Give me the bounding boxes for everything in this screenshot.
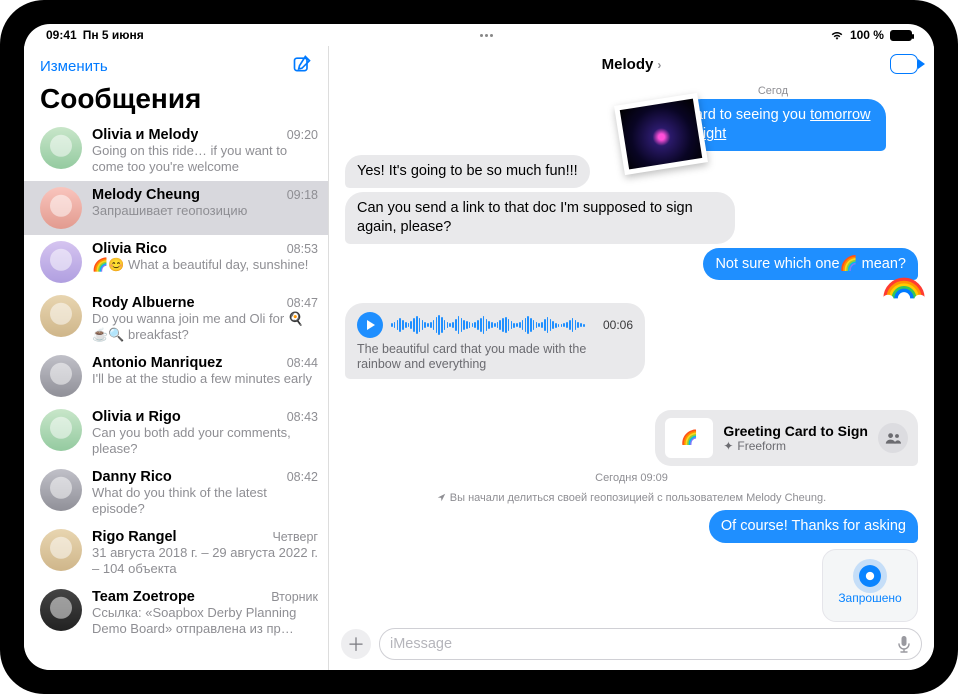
freeform-attachment[interactable]: 🌈 Greeting Card to Sign ✦Freeform [655, 410, 918, 466]
collaboration-icon[interactable] [878, 423, 908, 453]
conversation-time: Четверг [272, 530, 318, 544]
rainbow-sticker [882, 270, 926, 302]
location-status: Запрошено [838, 591, 901, 605]
conversation-time: 09:18 [287, 188, 318, 202]
conversation-time: Вторник [271, 590, 318, 604]
avatar [40, 409, 82, 451]
conversation-time: 08:43 [287, 410, 318, 424]
location-dot-icon [859, 565, 881, 587]
message-bubble-outgoing[interactable]: Not sure which one🌈 mean? [703, 248, 918, 281]
chat-pane: Melody › Сегод ard to seeing yo [329, 46, 934, 670]
attachment-source: ✦Freeform [723, 439, 868, 453]
message-bubble-outgoing[interactable]: Of course! Thanks for asking [709, 510, 918, 543]
audio-duration: 00:06 [603, 318, 633, 332]
conversation-preview: I'll be at the studio a few minutes earl… [92, 371, 318, 387]
status-date: Пн 5 июня [83, 28, 144, 42]
chat-contact-name[interactable]: Melody › [602, 56, 662, 73]
conversation-sidebar: Изменить Сообщения Olivia и Melody 09:20G… [24, 46, 329, 670]
facetime-button[interactable] [890, 54, 918, 74]
location-arrow-icon [437, 493, 446, 502]
conversation-name: Rigo Rangel [92, 529, 177, 545]
conversation-time: 08:44 [287, 356, 318, 370]
conversation-item[interactable]: Rigo Rangel Четверг31 августа 2018 г. – 2… [24, 523, 328, 583]
day-label: Сегод [758, 85, 788, 97]
conversation-preview: Ссылка: «Soapbox Derby Planning Demo Boa… [92, 605, 318, 637]
voice-message[interactable]: 00:06 The beautiful card that you made w… [345, 303, 645, 379]
chevron-right-icon: › [657, 58, 661, 72]
attachment-thumbnail: 🌈 [665, 418, 713, 458]
conversation-time: 09:20 [287, 128, 318, 142]
avatar [40, 241, 82, 283]
audio-transcript: The beautiful card that you made with th… [357, 342, 633, 372]
message-list: Сегод ard to seeing you tomorrow night Y… [329, 79, 934, 622]
conversation-item[interactable]: Rody Albuerne 08:47Do you wanna join me a… [24, 289, 328, 349]
conversation-preview: Запрашивает геопозицию [92, 203, 318, 219]
conversation-item[interactable]: Olivia и Melody 09:20Going on this ride… … [24, 121, 328, 181]
system-location-notice: Вы начали делиться своей геопозицией с п… [345, 492, 918, 504]
message-bubble-incoming[interactable]: Can you send a link to that doc I'm supp… [345, 192, 735, 244]
conversation-name: Melody Cheung [92, 187, 200, 203]
conversation-name: Olivia и Rigo [92, 409, 181, 425]
mic-icon[interactable] [897, 635, 911, 653]
multitask-dots[interactable] [480, 34, 493, 37]
conversation-name: Team Zoetrope [92, 589, 195, 605]
input-placeholder: iMessage [390, 636, 452, 652]
status-time: 09:41 [46, 28, 77, 42]
conversation-preview: What do you think of the latest episode? [92, 485, 318, 517]
conversation-preview: 31 августа 2018 г. – 29 августа 2022 г. … [92, 545, 318, 577]
conversation-item[interactable]: Danny Rico 08:42What do you think of the … [24, 463, 328, 523]
conversation-preview: Do you wanna join me and Oli for 🍳☕🔍 bre… [92, 311, 318, 343]
conversation-name: Antonio Manriquez [92, 355, 223, 371]
attachment-title: Greeting Card to Sign [723, 423, 868, 439]
compose-bar: ＋ iMessage [329, 622, 934, 670]
conversation-time: 08:42 [287, 470, 318, 484]
avatar [40, 529, 82, 571]
avatar [40, 187, 82, 229]
conversation-list: Olivia и Melody 09:20Going on this ride… … [24, 121, 328, 670]
conversation-preview: 🌈😊 What a beautiful day, sunshine! [92, 257, 318, 273]
avatar [40, 295, 82, 337]
conversation-item[interactable]: Melody Cheung 09:18Запрашивает геопозицию [24, 181, 328, 235]
conversation-item[interactable]: Olivia Rico 08:53🌈😊 What a beautiful day,… [24, 235, 328, 289]
conversation-name: Danny Rico [92, 469, 172, 485]
message-bubble-outgoing[interactable]: ard to seeing you tomorrow night [683, 99, 886, 151]
attach-button[interactable]: ＋ [341, 629, 371, 659]
conversation-time: 08:47 [287, 296, 318, 310]
wifi-icon [830, 30, 844, 41]
status-bar: 09:41 Пн 5 июня 100 % [24, 24, 934, 46]
compose-icon[interactable] [292, 54, 312, 79]
location-request-card[interactable]: Запрошено [822, 549, 918, 622]
avatar [40, 127, 82, 169]
conversation-name: Olivia Rico [92, 241, 167, 257]
edit-button[interactable]: Изменить [40, 58, 108, 75]
conversation-time: 08:53 [287, 242, 318, 256]
audio-waveform[interactable] [391, 314, 595, 336]
conversation-name: Rody Albuerne [92, 295, 195, 311]
conversation-item[interactable]: Antonio Manriquez 08:44I'll be at the stu… [24, 349, 328, 403]
system-timestamp: Сегодня 09:09 [345, 472, 918, 484]
play-button[interactable] [357, 312, 383, 338]
battery-icon [890, 30, 912, 41]
avatar [40, 355, 82, 397]
avatar [40, 589, 82, 631]
sidebar-title: Сообщения [24, 83, 328, 121]
message-input[interactable]: iMessage [379, 628, 922, 660]
conversation-preview: Going on this ride… if you want to come … [92, 143, 318, 175]
message-bubble-incoming[interactable]: Yes! It's going to be so much fun!!! [345, 155, 590, 188]
conversation-item[interactable]: Team Zoetrope ВторникСсылка: «Soapbox Der… [24, 583, 328, 643]
avatar [40, 469, 82, 511]
battery-percent: 100 % [850, 28, 884, 42]
conversation-name: Olivia и Melody [92, 127, 198, 143]
conversation-preview: Can you both add your comments, please? [92, 425, 318, 457]
conversation-item[interactable]: Olivia и Rigo 08:43Can you both add your … [24, 403, 328, 463]
photo-attachment[interactable] [614, 93, 708, 175]
